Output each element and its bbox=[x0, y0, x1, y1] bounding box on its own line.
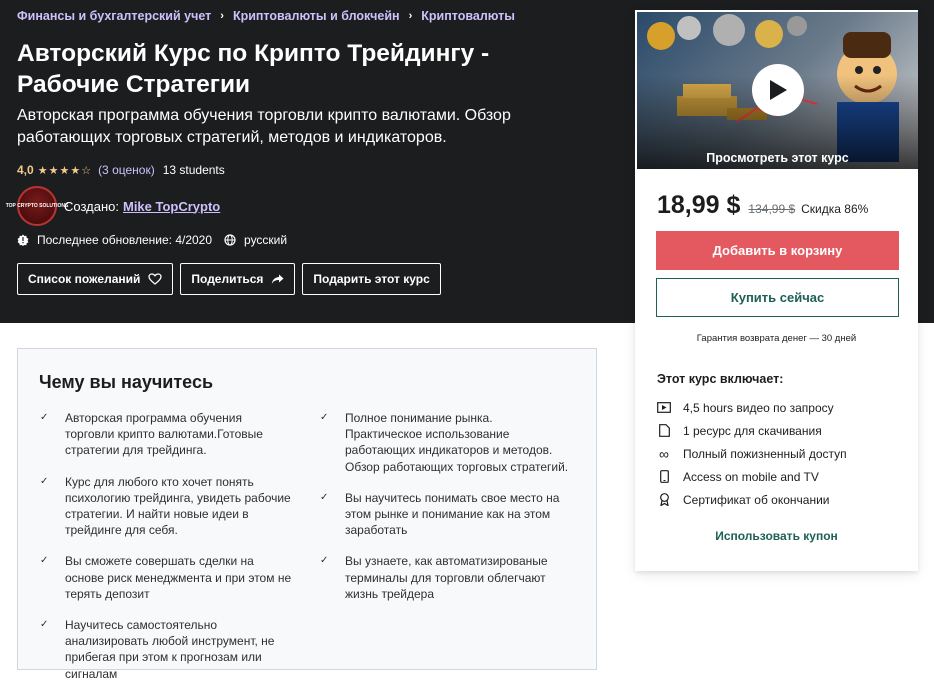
action-buttons: Список пожеланий Поделиться Подарить это… bbox=[17, 263, 448, 295]
purchase-card: Просмотреть этот курс 18,99 $ 134,99 $ С… bbox=[635, 10, 918, 571]
check-icon: ✓ bbox=[320, 412, 329, 423]
learn-item: ✓ Курс для любого кто хочет понять психол… bbox=[40, 474, 292, 539]
learn-item-text: Курс для любого кто хочет понять психоло… bbox=[65, 474, 291, 538]
creator-link[interactable]: Mike TopCrypto bbox=[123, 199, 220, 214]
breadcrumb: Финансы и бухгалтерский учет › Криптовал… bbox=[17, 9, 515, 23]
include-item: Access on mobile and TV bbox=[657, 465, 847, 488]
include-text: Access on mobile and TV bbox=[683, 469, 819, 484]
learn-item-text: Вы узнаете, как автоматизированые термин… bbox=[345, 554, 548, 601]
current-price: 18,99 $ bbox=[657, 191, 741, 219]
students-count: 13 students bbox=[162, 163, 225, 177]
learn-item: ✓ Научитесь самостоятельно анализировать … bbox=[40, 617, 292, 682]
course-language: русский bbox=[244, 233, 288, 247]
include-item: 4,5 hours видео по запросу bbox=[657, 396, 847, 419]
include-item: 1 ресурс для скачивания bbox=[657, 419, 847, 442]
check-icon: ✓ bbox=[40, 475, 49, 487]
include-text: Полный пожизненный доступ bbox=[683, 446, 847, 461]
gift-course-button[interactable]: Подарить этот курс bbox=[302, 263, 441, 295]
check-icon: ✓ bbox=[320, 491, 329, 503]
avatar: TOP CRYPTO SOLUTIONS bbox=[6, 186, 68, 226]
chevron-right-icon: › bbox=[408, 10, 413, 22]
learn-column-left: ✓ Авторская программа обучения торговли к… bbox=[40, 410, 292, 697]
last-updated: Последнее обновление: 4/2020 bbox=[37, 233, 213, 247]
breadcrumb-cryptocurrency[interactable]: Криптовалюты bbox=[421, 9, 515, 23]
file-icon bbox=[657, 424, 671, 437]
share-arrow-icon bbox=[271, 274, 284, 285]
learn-item: ✓ Полное понимание рынка. Практическое ис… bbox=[320, 410, 572, 475]
learn-item-text: Вы научитесь понимать свое место на этом… bbox=[345, 490, 560, 538]
chevron-right-icon: › bbox=[220, 10, 224, 22]
certificate-icon bbox=[657, 493, 671, 506]
star-icon: ★ bbox=[48, 164, 59, 177]
star-icon: ★ bbox=[70, 164, 81, 177]
wishlist-label: Список пожеланий bbox=[28, 272, 141, 286]
include-item: Сертификат об окончании bbox=[657, 488, 847, 511]
learn-item: ✓ Авторская программа обучения торговли к… bbox=[40, 410, 292, 459]
creator-row: TOP CRYPTO SOLUTIONS Создано: Mike TopCr… bbox=[6, 186, 220, 226]
share-label: Поделиться bbox=[191, 272, 264, 286]
star-icon: ★ bbox=[59, 164, 70, 177]
learn-title: Чему вы научитесь bbox=[39, 372, 214, 392]
avatar-text: TOP CRYPTO SOLUTIONS bbox=[5, 203, 69, 209]
rating-value: 4,0 bbox=[17, 163, 34, 177]
price-row: 18,99 $ 134,99 $ Скидка 86% bbox=[657, 191, 868, 220]
video-icon bbox=[657, 402, 671, 413]
what-you-learn-box: Чему вы научитесь ✓ Авторская программа о… bbox=[17, 348, 597, 681]
check-icon: ✓ bbox=[40, 555, 49, 567]
infinity-icon: ∞ bbox=[659, 445, 669, 462]
include-text: 1 ресурс для скачивания bbox=[683, 423, 822, 438]
mobile-icon bbox=[657, 470, 671, 483]
learn-column-right: ✓ Полное понимание рынка. Практическое ис… bbox=[320, 410, 572, 617]
course-preview[interactable]: Просмотреть этот курс bbox=[637, 12, 918, 169]
discount-label: Скидка 86% bbox=[801, 202, 869, 216]
includes-title: Этот курс включает: bbox=[657, 372, 784, 386]
rating-stars: ★ ★ ★ ★ ☆ bbox=[38, 164, 92, 177]
rating-row: 4,0 ★ ★ ★ ★ ☆ (3 оценок) 13 students bbox=[17, 163, 225, 177]
learn-item: ✓ Вы научитесь понимать свое место на это… bbox=[320, 490, 572, 539]
learn-item: ✓ Вы сможете совершать сделки на основе р… bbox=[40, 553, 292, 602]
learn-item-text: Авторская программа обучения торговли кр… bbox=[65, 411, 263, 458]
play-icon[interactable] bbox=[752, 64, 804, 116]
check-icon: ✓ bbox=[40, 619, 49, 631]
preview-label: Просмотреть этот курс bbox=[706, 151, 849, 165]
course-title: Авторский Курс по Крипто Трейдингу - Раб… bbox=[17, 40, 490, 98]
check-icon: ✓ bbox=[320, 555, 329, 567]
breadcrumb-crypto-blockchain[interactable]: Криптовалюты и блокчейн bbox=[233, 9, 400, 23]
share-button[interactable]: Поделиться bbox=[180, 263, 296, 295]
learn-item-text: Научитесь самостоятельно анализировать л… bbox=[65, 618, 275, 681]
globe-icon bbox=[224, 234, 236, 246]
breadcrumb-finance[interactable]: Финансы и бухгалтерский учет bbox=[17, 9, 211, 23]
includes-list: 4,5 hours видео по запросу 1 ресурс для … bbox=[657, 396, 847, 511]
creator-label: Создано: bbox=[64, 198, 119, 214]
alert-badge-icon bbox=[17, 234, 29, 246]
ratings-count-link[interactable]: (3 оценок) bbox=[98, 163, 155, 177]
learn-item-text: Вы сможете совершать сделки на основе ри… bbox=[65, 554, 292, 601]
star-icon: ★ bbox=[37, 164, 48, 177]
include-text: Сертификат об окончании bbox=[683, 492, 830, 507]
heart-icon bbox=[148, 273, 163, 285]
meta-row: Последнее обновление: 4/2020 русский bbox=[17, 233, 287, 247]
apply-coupon-link[interactable]: Использовать купон bbox=[636, 529, 917, 543]
star-empty-icon: ☆ bbox=[81, 164, 92, 177]
money-back-guarantee: Гарантия возврата денег — 30 дней bbox=[696, 333, 857, 344]
gift-label: Подарить этот курс bbox=[313, 272, 430, 286]
learn-item-text: Полное понимание рынка. Практическое исп… bbox=[345, 411, 569, 474]
add-to-cart-button[interactable]: Добавить в корзину bbox=[656, 231, 899, 270]
check-icon: ✓ bbox=[40, 412, 49, 423]
original-price: 134,99 $ bbox=[748, 202, 796, 216]
include-text: 4,5 hours видео по запросу bbox=[683, 400, 834, 415]
buy-now-button[interactable]: Купить сейчас bbox=[656, 278, 899, 317]
learn-item: ✓ Вы узнаете, как автоматизированые терми… bbox=[320, 553, 572, 602]
wishlist-button[interactable]: Список пожеланий bbox=[17, 263, 174, 295]
course-subtitle: Авторская программа обучения торговли кр… bbox=[17, 107, 511, 146]
include-item: ∞ Полный пожизненный доступ bbox=[657, 442, 847, 465]
